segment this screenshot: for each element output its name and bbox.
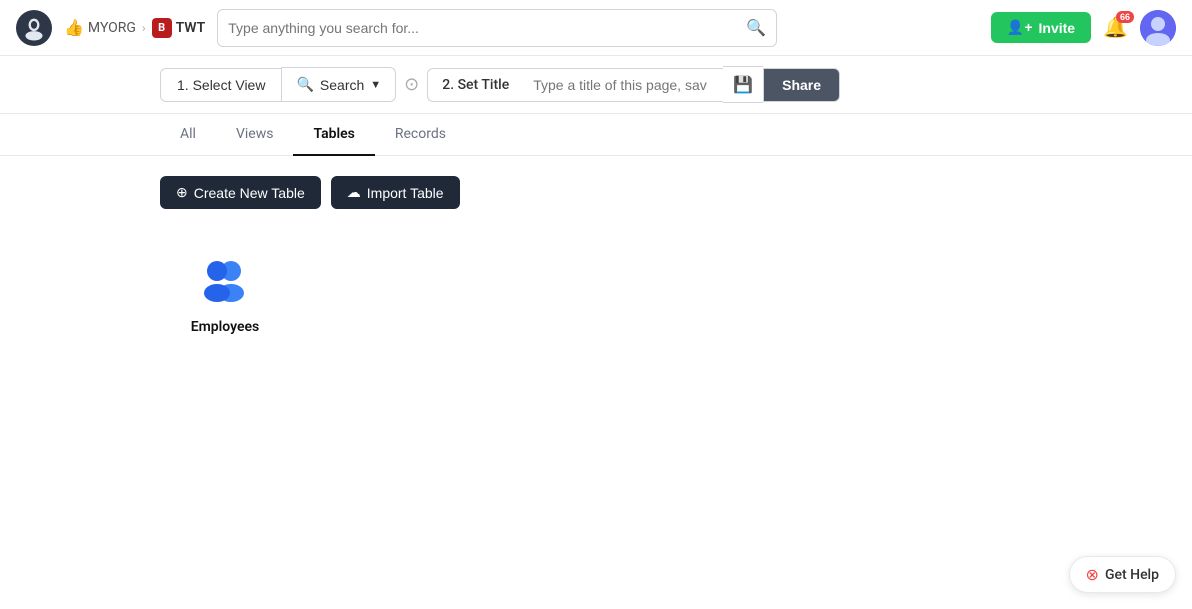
breadcrumb: 👍 MYORG › B TWT [64, 18, 205, 38]
search-icon: 🔍 [746, 18, 766, 37]
project-badge: B [152, 18, 172, 38]
get-help-button[interactable]: ⊗ Get Help [1069, 556, 1176, 593]
search-button[interactable]: 🔍 Search ▼ [281, 67, 396, 102]
search-input[interactable] [228, 20, 746, 36]
upload-icon: ☁ [347, 184, 361, 201]
tab-all[interactable]: All [160, 114, 216, 156]
save-icon[interactable]: 💾 [723, 66, 763, 103]
page-title-input[interactable] [523, 68, 723, 102]
search-icon: 🔍 [296, 76, 313, 93]
action-buttons: ⊕ Create New Table ☁ Import Table [160, 176, 1032, 209]
table-name-employees: Employees [191, 319, 260, 335]
employees-table-icon [193, 255, 257, 309]
org-name[interactable]: 👍 MYORG [64, 18, 136, 37]
main-content: ⊕ Create New Table ☁ Import Table Employ [0, 156, 1192, 371]
select-view-button[interactable]: 1. Select View [160, 68, 281, 102]
create-new-table-button[interactable]: ⊕ Create New Table [160, 176, 321, 209]
tab-tables[interactable]: Tables [293, 114, 374, 156]
project-name[interactable]: B TWT [152, 18, 206, 38]
get-help-icon: ⊗ [1086, 565, 1099, 584]
notification-badge: 66 [1116, 11, 1134, 23]
global-search[interactable]: 🔍 [217, 9, 777, 47]
tables-grid: Employees [160, 239, 1032, 351]
invite-button[interactable]: 👤+ Invite [991, 12, 1091, 43]
tabs: All Views Tables Records [0, 114, 1192, 156]
import-table-button[interactable]: ☁ Import Table [331, 176, 460, 209]
arrow-right-icon: ⊙ [404, 74, 419, 95]
tab-records[interactable]: Records [375, 114, 466, 156]
toolbar: 1. Select View 🔍 Search ▼ ⊙ 2. Set Title… [0, 56, 1192, 114]
plus-icon: ⊕ [176, 184, 188, 201]
set-title-label: 2. Set Title [427, 68, 523, 102]
breadcrumb-separator: › [142, 21, 146, 35]
notification-button[interactable]: 🔔 66 [1103, 15, 1128, 40]
app-logo[interactable] [16, 10, 52, 46]
header-right: 👤+ Invite 🔔 66 [991, 10, 1176, 46]
table-card-employees[interactable]: Employees [160, 239, 290, 351]
chevron-down-icon: ▼ [370, 79, 381, 91]
invite-icon: 👤+ [1007, 19, 1033, 36]
user-avatar[interactable] [1140, 10, 1176, 46]
header: 👍 MYORG › B TWT 🔍 👤+ Invite 🔔 66 [0, 0, 1192, 56]
tab-views[interactable]: Views [216, 114, 294, 156]
share-button[interactable]: Share [763, 68, 840, 102]
